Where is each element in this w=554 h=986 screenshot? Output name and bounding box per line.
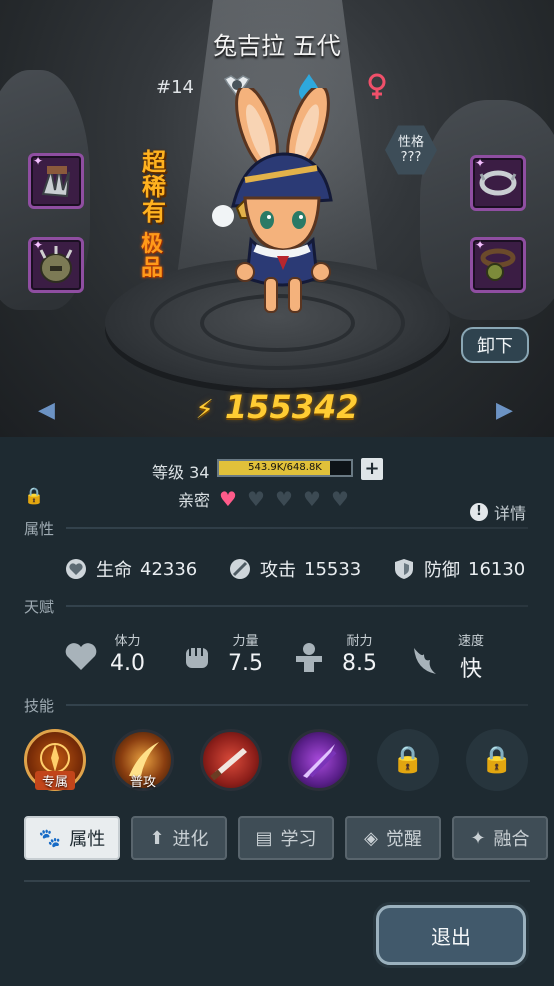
affinity-heart-filled-icon: ♥ — [219, 487, 237, 511]
stat-atk-label: 攻击 — [260, 560, 296, 581]
blade-skill-icon — [210, 748, 247, 781]
tab-learn-label: 学习 — [280, 829, 317, 850]
equip-slot-left-1[interactable]: ✦ — [28, 153, 84, 209]
stat-hp: 生命 42336 — [64, 556, 197, 582]
tab-attributes-label: 属性 — [69, 829, 106, 850]
talent-speed: 速度 快 — [458, 630, 484, 683]
lock-icon[interactable]: 🔒 — [24, 486, 44, 505]
talent-endurance-label: 耐力 — [346, 634, 373, 649]
add-xp-button[interactable]: + — [361, 458, 383, 480]
character-scene: 兔吉拉 五代 #14 ✦ ✦ ✦ ✦ 性格 ??? 超稀有 极品 卸下 ◀ ▶ … — [0, 0, 554, 437]
section-talents: 天赋 — [24, 598, 55, 616]
detail-label: 详情 — [494, 504, 527, 523]
tab-awaken[interactable]: ◈ 觉醒 — [345, 816, 441, 860]
talent-speed-value: 快 — [460, 657, 483, 682]
lock-icon: 🔒 — [480, 745, 514, 775]
tab-awaken-label: 觉醒 — [385, 829, 422, 850]
bottom-tabs: 🐾 属性 ⬆ 进化 ▤ 学习 ◈ 觉醒 ✦ 融合 — [22, 816, 548, 862]
stat-def-label: 防御 — [424, 560, 460, 581]
affinity-heart-empty-icon: ♥ — [303, 487, 321, 511]
lock-icon: 🔒 — [391, 745, 425, 775]
talent-stamina-value: 4.0 — [110, 651, 145, 676]
talent-endurance-value: 8.5 — [342, 651, 377, 676]
info-icon: ! — [470, 503, 488, 521]
skill-blade[interactable] — [200, 729, 262, 791]
section-skills: 技能 — [24, 697, 55, 715]
talent-strength: 力量 7.5 — [228, 630, 263, 676]
evolve-arrow-icon: ⬆ — [149, 827, 165, 849]
skill-exclusive[interactable]: 专属 — [24, 729, 86, 791]
equip-slot-right-2[interactable]: ✦ — [470, 237, 526, 293]
equip-slot-right-1[interactable]: ✦ — [470, 155, 526, 211]
tab-fusion[interactable]: ✦ 融合 — [452, 816, 548, 860]
exit-button[interactable]: 退出 — [376, 905, 526, 965]
skill-tag-exclusive: 专属 — [35, 771, 75, 790]
bottom-divider — [24, 880, 530, 882]
combat-power: ⚡ 155342 — [0, 388, 554, 426]
skill-basic-attack[interactable]: 普攻 — [112, 729, 174, 791]
paw-icon: 🐾 — [38, 827, 62, 849]
talent-speed-label: 速度 — [458, 634, 485, 649]
stat-atk: 攻击 15533 — [228, 556, 361, 582]
stat-atk-value: 15533 — [304, 558, 362, 580]
stat-def: 防御 16130 — [392, 556, 525, 582]
talent-stamina: 体力 4.0 — [110, 630, 145, 676]
personality-label: 性格 — [397, 135, 424, 150]
tab-learn[interactable]: ▤ 学习 — [238, 816, 334, 860]
stat-hp-value: 42336 — [140, 558, 198, 580]
power-icon: ⚡ — [195, 395, 214, 425]
talent-strength-value: 7.5 — [228, 651, 263, 676]
shadow-strike-icon — [303, 744, 337, 778]
stat-def-value: 16130 — [468, 558, 526, 580]
character-sprite — [212, 88, 333, 313]
fusion-icon: ✦ — [470, 827, 486, 849]
detail-button[interactable]: ! 详情 — [470, 500, 526, 524]
combat-power-value: 155342 — [224, 388, 359, 426]
character-rank: #14 — [156, 77, 194, 98]
affinity-heart-empty-icon: ♥ — [247, 487, 265, 511]
skill-locked-1: 🔒 — [377, 729, 439, 791]
level-label: 等级 34 — [152, 463, 210, 482]
heart-orb-icon — [66, 559, 86, 579]
tab-evolve-label: 进化 — [172, 829, 209, 850]
affinity-label: 亲密 — [178, 491, 211, 510]
xp-text: 543.9K/648.8K — [248, 462, 322, 473]
talent-endurance: 耐力 8.5 — [342, 630, 377, 676]
wing-icon — [414, 648, 436, 674]
tab-fusion-label: 融合 — [493, 829, 530, 850]
personality-value: ??? — [400, 150, 422, 165]
section-divider — [66, 605, 528, 607]
shield-icon — [395, 559, 413, 579]
talent-strength-label: 力量 — [232, 634, 259, 649]
section-attributes: 属性 — [24, 520, 55, 538]
awaken-icon: ◈ — [364, 827, 378, 849]
unequip-button[interactable]: 卸下 — [461, 327, 529, 363]
grade-label: 极品 — [141, 232, 164, 281]
rarity-label: 超稀有 — [142, 148, 166, 226]
female-icon — [368, 73, 386, 99]
affinity-heart-empty-icon: ♥ — [275, 487, 293, 511]
talent-stamina-label: 体力 — [114, 634, 141, 649]
skill-tag-basic: 普攻 — [129, 775, 156, 790]
book-icon: ▤ — [255, 827, 273, 849]
section-divider — [66, 704, 528, 706]
equip-slot-left-2[interactable]: ✦ — [28, 237, 84, 293]
xp-bar: 543.9K/648.8K — [217, 459, 353, 477]
sword-orb-icon — [230, 559, 250, 579]
skill-shadow-strike[interactable] — [288, 729, 350, 791]
heart-icon — [65, 643, 97, 670]
fist-icon — [186, 648, 208, 668]
affinity-heart-empty-icon: ♥ — [331, 487, 349, 511]
character-name: 兔吉拉 五代 — [213, 32, 341, 60]
stat-hp-label: 生命 — [96, 560, 132, 581]
tab-attributes[interactable]: 🐾 属性 — [24, 816, 120, 860]
skill-locked-2: 🔒 — [466, 729, 528, 791]
section-divider — [66, 527, 528, 529]
armor-icon — [296, 643, 322, 672]
tab-evolve[interactable]: ⬆ 进化 — [131, 816, 227, 860]
